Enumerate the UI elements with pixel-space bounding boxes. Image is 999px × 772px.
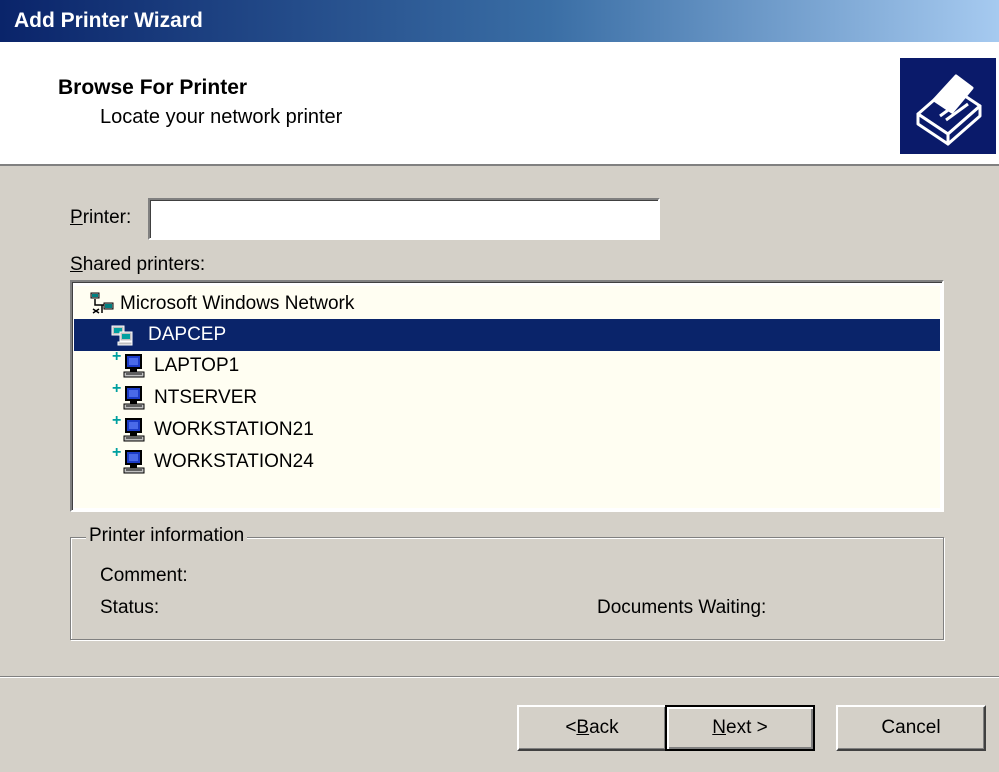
window-title-bar[interactable]: Add Printer Wizard bbox=[0, 0, 999, 42]
expand-plus-icon[interactable]: + bbox=[112, 380, 121, 398]
printer-label: Printer: bbox=[70, 207, 132, 228]
tree-item-label: WORKSTATION24 bbox=[154, 451, 314, 472]
computer-icon bbox=[122, 385, 148, 417]
computer-icon bbox=[122, 417, 148, 449]
tree-item-ntserver[interactable]: + NTSERVER bbox=[74, 380, 940, 417]
cancel-button[interactable]: Cancel bbox=[836, 705, 986, 751]
tree-item-label: NTSERVER bbox=[154, 387, 258, 408]
computer-icon bbox=[122, 449, 148, 481]
shared-printers-label: Shared printers: bbox=[70, 254, 206, 275]
window-title: Add Printer Wizard bbox=[14, 9, 203, 32]
add-printer-wizard-window: Add Printer Wizard Browse For Printer Lo… bbox=[0, 0, 999, 772]
tree-item-workstation24[interactable]: + WORKSTATION24 bbox=[74, 444, 940, 481]
wizard-header: Browse For Printer Locate your network p… bbox=[0, 42, 999, 166]
expand-plus-icon[interactable]: + bbox=[112, 444, 121, 462]
printer-icon bbox=[900, 58, 996, 154]
page-subtitle: Locate your network printer bbox=[100, 106, 343, 128]
tree-item-microsoft-windows-network[interactable]: Microsoft Windows Network bbox=[74, 288, 940, 320]
status-label: Status: bbox=[100, 597, 160, 618]
expand-plus-icon[interactable]: + bbox=[112, 412, 121, 430]
next-button[interactable]: Next > bbox=[665, 705, 815, 751]
tree-item-laptop1[interactable]: + LAPTOP1 bbox=[74, 348, 940, 385]
printer-information-legend: Printer information bbox=[86, 525, 248, 547]
printer-information-group bbox=[70, 537, 944, 640]
computer-icon bbox=[122, 353, 148, 385]
comment-label: Comment: bbox=[100, 565, 188, 586]
expand-plus-icon[interactable]: + bbox=[112, 348, 121, 366]
tree-item-dapcep[interactable]: DAPCEP bbox=[74, 319, 940, 351]
button-separator bbox=[0, 676, 999, 678]
tree-item-label: DAPCEP bbox=[144, 324, 940, 346]
page-title: Browse For Printer bbox=[58, 76, 248, 99]
tree-view-area: Microsoft Windows Network DAPCEP + LAPTO… bbox=[74, 286, 940, 508]
tree-item-label: LAPTOP1 bbox=[154, 355, 240, 376]
documents-waiting-label: Documents Waiting: bbox=[597, 597, 767, 618]
tree-item-workstation21[interactable]: + WORKSTATION21 bbox=[74, 412, 940, 449]
printer-input[interactable] bbox=[148, 198, 660, 240]
tree-item-label: WORKSTATION21 bbox=[154, 419, 314, 440]
back-button[interactable]: < Back bbox=[517, 705, 667, 751]
shared-printers-tree[interactable]: Microsoft Windows Network DAPCEP + LAPTO… bbox=[70, 280, 944, 512]
tree-item-label: Microsoft Windows Network bbox=[120, 293, 355, 314]
